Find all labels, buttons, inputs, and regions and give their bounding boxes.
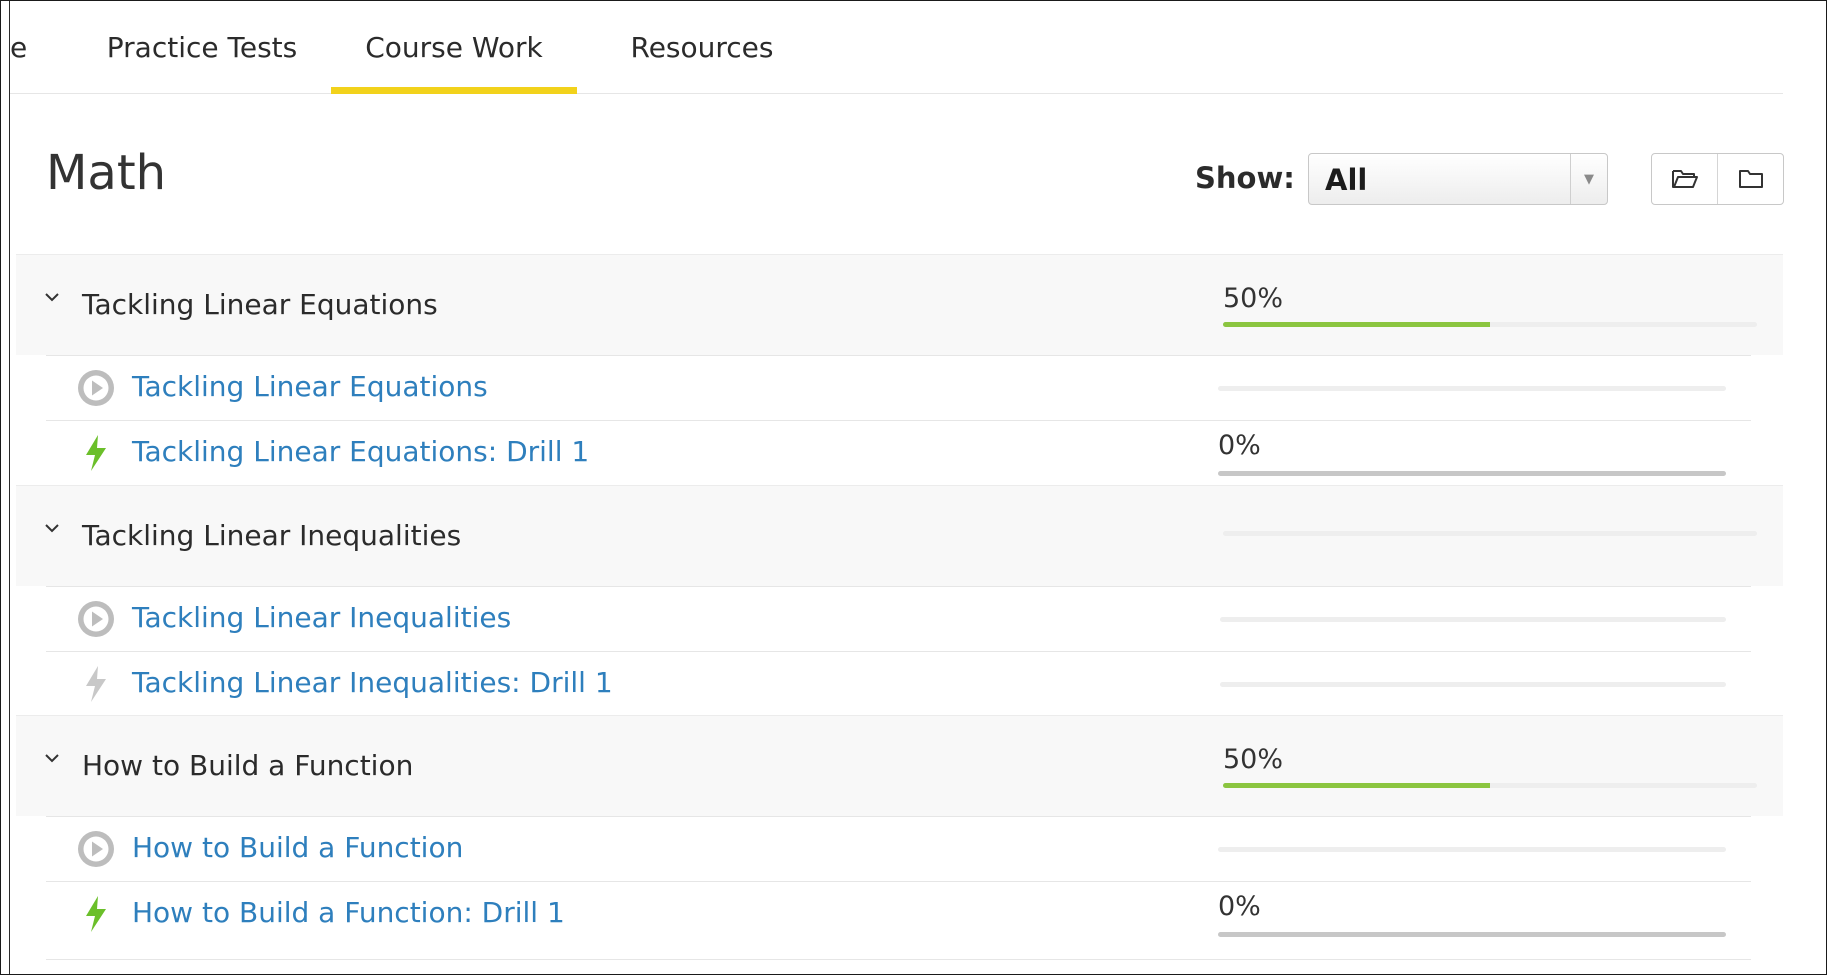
page-title: Math xyxy=(46,145,167,201)
tab-resources[interactable]: Resources xyxy=(592,1,812,93)
tab-course-work[interactable]: Course Work xyxy=(331,1,577,94)
play-circle-icon xyxy=(78,601,114,637)
folder-toggle-group xyxy=(1651,153,1784,205)
item-progress-bar xyxy=(1220,682,1726,687)
collapse-all-button[interactable] xyxy=(1717,154,1783,204)
list-item-video: Tackling Linear Equations xyxy=(46,355,1751,420)
show-filter-value: All xyxy=(1325,163,1368,197)
list-divider xyxy=(46,959,1751,960)
section-progress-bar xyxy=(1223,322,1757,327)
lightning-bolt-icon xyxy=(86,666,106,702)
section-title: Tackling Linear Equations xyxy=(82,288,438,321)
tab-practice-tests[interactable]: Practice Tests xyxy=(74,1,330,93)
video-link[interactable]: Tackling Linear Equations xyxy=(132,370,488,403)
list-item-video: How to Build a Function xyxy=(46,816,1751,881)
video-link[interactable]: Tackling Linear Inequalities xyxy=(132,601,511,634)
drill-link[interactable]: Tackling Linear Equations: Drill 1 xyxy=(132,435,589,468)
item-progress-bar xyxy=(1220,617,1726,622)
chevron-down-icon[interactable] xyxy=(44,291,60,303)
play-circle-icon xyxy=(78,370,114,406)
item-progress-bar xyxy=(1218,386,1726,391)
item-progress-bar xyxy=(1218,471,1726,476)
dropdown-arrow-icon: ▼ xyxy=(1570,154,1607,204)
drill-link[interactable]: How to Build a Function: Drill 1 xyxy=(132,896,565,929)
expand-all-button[interactable] xyxy=(1652,154,1717,204)
frame-divider xyxy=(9,1,10,974)
video-link[interactable]: How to Build a Function xyxy=(132,831,463,864)
tab-partial[interactable]: e xyxy=(10,1,40,93)
section-row[interactable]: Tackling Linear Equations 50% xyxy=(16,254,1783,355)
item-progress-label: 0% xyxy=(1218,891,1261,922)
list-item-video: Tackling Linear Inequalities xyxy=(46,586,1751,651)
section-progress-bar xyxy=(1223,783,1757,788)
section-title: Tackling Linear Inequalities xyxy=(82,519,462,552)
list-item-drill: How to Build a Function: Drill 1 0% xyxy=(46,881,1751,946)
page-frame: e Practice Tests Course Work Resources M… xyxy=(0,0,1827,975)
section-progress-bar xyxy=(1223,531,1757,536)
list-item-drill: Tackling Linear Inequalities: Drill 1 xyxy=(46,651,1751,716)
section-title: How to Build a Function xyxy=(82,749,414,782)
item-progress-label: 0% xyxy=(1218,430,1261,461)
list-item-drill: Tackling Linear Equations: Drill 1 0% xyxy=(46,420,1751,485)
section-progress-label: 50% xyxy=(1223,744,1284,775)
folder-open-icon xyxy=(1671,170,1698,188)
chevron-down-icon[interactable] xyxy=(44,752,60,764)
tab-bar: e Practice Tests Course Work Resources xyxy=(10,1,1783,94)
section-progress-fill xyxy=(1223,783,1490,788)
section-progress-fill xyxy=(1223,322,1490,327)
play-circle-icon xyxy=(78,831,114,867)
lightning-bolt-icon xyxy=(86,435,106,471)
section-row[interactable]: How to Build a Function 50% xyxy=(16,715,1783,816)
section-row[interactable]: Tackling Linear Inequalities xyxy=(16,485,1783,586)
chevron-down-icon[interactable] xyxy=(44,522,60,534)
lightning-bolt-icon xyxy=(86,896,106,932)
item-progress-bar xyxy=(1218,932,1726,937)
folder-closed-icon xyxy=(1738,170,1763,188)
show-filter-select[interactable]: All ▼ xyxy=(1308,153,1608,205)
item-progress-bar xyxy=(1218,847,1726,852)
drill-link[interactable]: Tackling Linear Inequalities: Drill 1 xyxy=(132,666,613,699)
section-progress-label: 50% xyxy=(1223,283,1284,314)
show-filter-label: Show: xyxy=(1195,161,1295,195)
